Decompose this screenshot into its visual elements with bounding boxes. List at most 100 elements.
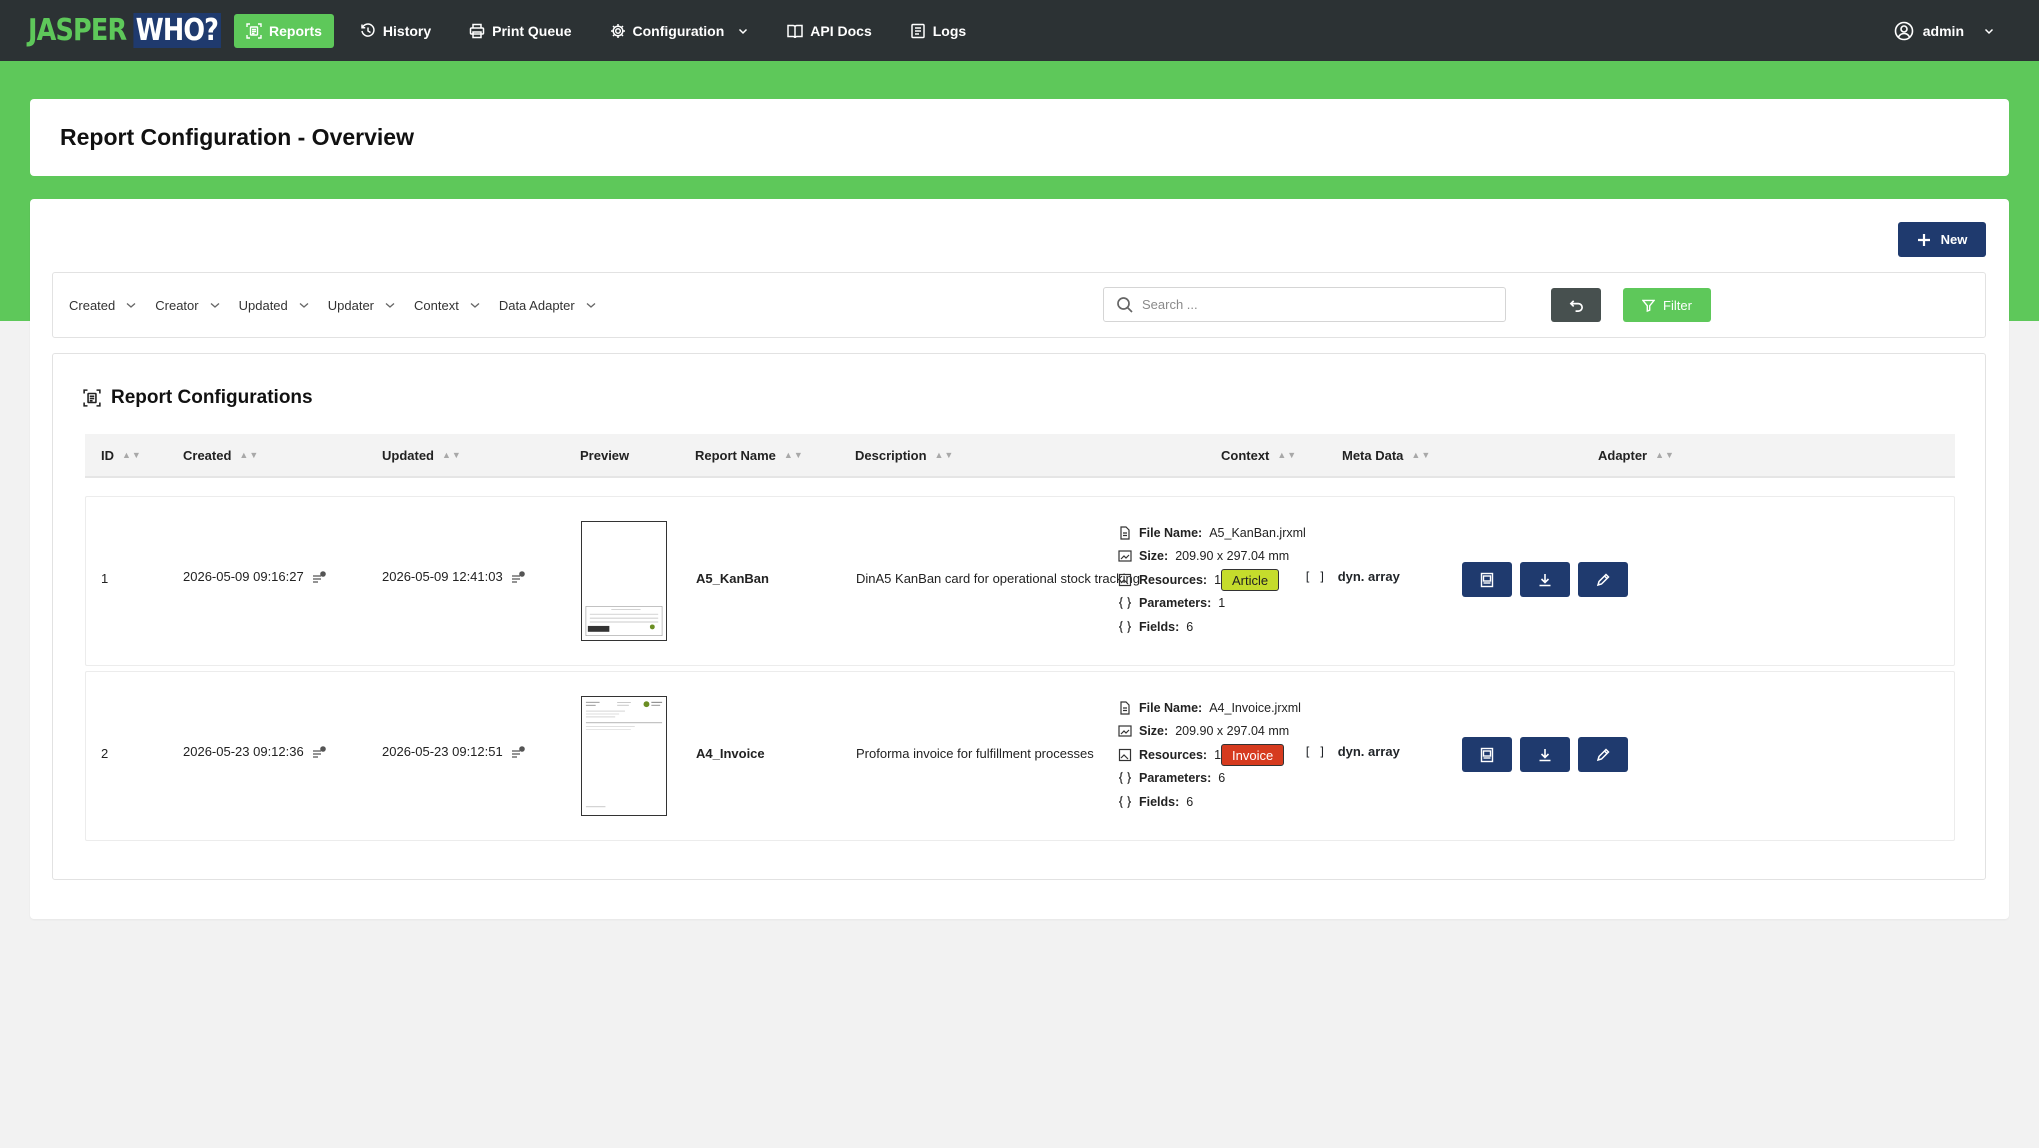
- funnel-icon: [1642, 299, 1656, 312]
- chevron-down-icon: [126, 303, 136, 308]
- row-id: 2: [101, 746, 109, 761]
- column-label: Context: [1221, 447, 1270, 463]
- sort-icon: ▲▼: [934, 450, 955, 460]
- chevron-down-icon: [470, 303, 480, 308]
- meta-label: Parameters:: [1139, 771, 1212, 786]
- sort-icon: ▲▼: [442, 450, 462, 460]
- undo-icon: [1569, 299, 1583, 312]
- nav-item-label: Reports: [269, 22, 322, 39]
- meta-value: 209.90 x 297.04 mm: [1175, 549, 1290, 564]
- table-row[interactable]: 1 2026-05-09 09:16:27 2026-05-09 12:41:0…: [85, 496, 1955, 666]
- row-id: 1: [101, 571, 109, 586]
- filter-dropdown-updater[interactable]: Updater: [328, 298, 396, 313]
- chevron-down-icon: [210, 303, 220, 308]
- preview-report-button[interactable]: [1462, 562, 1512, 597]
- filter-dropdown-updated[interactable]: Updated: [239, 298, 310, 313]
- meta-label: Size:: [1139, 549, 1169, 564]
- adapter-cell: [ ] dyn. array: [1304, 744, 1400, 759]
- column-label: Report Name: [695, 447, 776, 463]
- chevron-down-icon: [1984, 28, 1994, 34]
- search-icon: [1117, 296, 1133, 313]
- column-header-id[interactable]: ID ▲▼: [101, 434, 142, 476]
- sort-icon: ▲▼: [783, 450, 804, 460]
- nav-item-api-docs[interactable]: API Docs: [775, 14, 883, 48]
- pencil-icon: [1596, 572, 1610, 586]
- report-preview-thumbnail[interactable]: [581, 696, 667, 816]
- app-logo[interactable]: JASPER WHO?: [28, 13, 221, 48]
- report-description: DinA5 KanBan card for operational stock …: [856, 571, 1140, 586]
- filter-button[interactable]: Filter: [1623, 288, 1711, 322]
- filter-label: Created: [69, 297, 116, 313]
- sort-icon: ▲▼: [1411, 450, 1432, 460]
- table-header: ID ▲▼ Created ▲▼ Updated ▲▼ Preview Report …: [85, 434, 1955, 478]
- chevron-down-icon: [739, 28, 748, 34]
- download-report-button[interactable]: [1520, 562, 1570, 597]
- column-header-report-name[interactable]: Report Name ▲▼: [695, 434, 804, 476]
- column-header-description[interactable]: Description ▲▼: [855, 434, 954, 476]
- reports-icon: [83, 389, 101, 407]
- braces-icon: [1118, 597, 1132, 610]
- image-icon: [1118, 573, 1132, 586]
- filter-dropdown-data-adapter[interactable]: Data Adapter: [499, 298, 597, 313]
- meta-resources: Resources: 1: [1118, 743, 1301, 767]
- meta-resources: Resources: 1: [1118, 568, 1306, 592]
- reports-icon: [246, 22, 262, 39]
- column-header-adapter[interactable]: Adapter ▲▼: [1598, 434, 1675, 476]
- book-icon: [787, 24, 804, 38]
- filter-dropdown-created[interactable]: Created: [69, 298, 137, 313]
- search-input[interactable]: [1142, 297, 1482, 312]
- column-header-context[interactable]: Context ▲▼: [1221, 434, 1297, 476]
- meta-size: Size: 209.90 x 297.04 mm: [1118, 545, 1306, 569]
- report-table-card: Report Configurations ID ▲▼ Created ▲▼ Upd…: [52, 353, 1986, 880]
- row-updated: 2026-05-23 09:12:51: [382, 744, 525, 759]
- sort-icon: ▲▼: [1655, 450, 1675, 460]
- braces-icon: [1118, 795, 1132, 808]
- new-report-button[interactable]: New: [1898, 222, 1986, 257]
- history-icon: [361, 22, 375, 37]
- sort-icon: ▲▼: [122, 450, 142, 460]
- reset-filter-button[interactable]: [1551, 288, 1601, 322]
- user-name: admin: [1922, 22, 1964, 39]
- image-size-icon: [1118, 550, 1132, 562]
- note-icon[interactable]: [312, 570, 326, 584]
- edit-report-button[interactable]: [1578, 562, 1628, 597]
- nav-item-label: Configuration: [632, 22, 725, 39]
- nav-item-reports[interactable]: Reports: [234, 13, 334, 48]
- filter-dropdown-context[interactable]: Context: [414, 298, 481, 313]
- filter-dropdown-creator[interactable]: Creator: [155, 298, 220, 313]
- report-name[interactable]: A4_Invoice: [696, 746, 765, 761]
- user-menu[interactable]: admin: [1894, 0, 1995, 61]
- file-icon: [1120, 701, 1130, 715]
- report-name[interactable]: A5_KanBan: [696, 571, 769, 586]
- braces-icon: [1118, 620, 1132, 633]
- preview-icon: [1480, 572, 1494, 587]
- nav-item-print-queue[interactable]: Print Queue: [457, 14, 583, 48]
- note-icon[interactable]: [511, 745, 525, 759]
- meta-value: 6: [1186, 794, 1194, 809]
- report-preview-thumbnail[interactable]: [581, 521, 667, 641]
- meta-value: A5_KanBan.jrxml: [1209, 525, 1306, 540]
- download-report-button[interactable]: [1520, 737, 1570, 772]
- nav-item-label: Print Queue: [492, 22, 572, 39]
- note-icon[interactable]: [312, 745, 326, 759]
- filter-label: Updated: [238, 297, 288, 313]
- filter-button-label: Filter: [1663, 297, 1692, 313]
- nav-item-history[interactable]: History: [348, 14, 443, 48]
- meta-data-list: File Name: A5_KanBan.jrxml Size: 209.90 x …: [1118, 521, 1306, 639]
- table-row[interactable]: 2 2026-05-23 09:12:36 2026-05-23 09:12:5…: [85, 671, 1955, 841]
- edit-report-button[interactable]: [1578, 737, 1628, 772]
- preview-report-button[interactable]: [1462, 737, 1512, 772]
- column-header-updated[interactable]: Updated ▲▼: [382, 434, 462, 476]
- filter-bar: Created Creator Updated Updater Context …: [52, 272, 1986, 338]
- logo-text-who: WHO?: [133, 13, 221, 48]
- nav-item-configuration[interactable]: Configuration: [598, 14, 762, 48]
- filter-label: Creator: [155, 297, 199, 313]
- column-header-meta-data[interactable]: Meta Data ▲▼: [1342, 434, 1431, 476]
- adapter-label: dyn. array: [1337, 569, 1400, 584]
- invoice-preview-image: [585, 701, 663, 808]
- nav-item-logs[interactable]: Logs: [898, 14, 978, 48]
- note-icon[interactable]: [511, 570, 525, 584]
- column-label: Adapter: [1598, 447, 1648, 463]
- column-header-created[interactable]: Created ▲▼: [183, 434, 259, 476]
- table-title: Report Configurations: [83, 387, 313, 409]
